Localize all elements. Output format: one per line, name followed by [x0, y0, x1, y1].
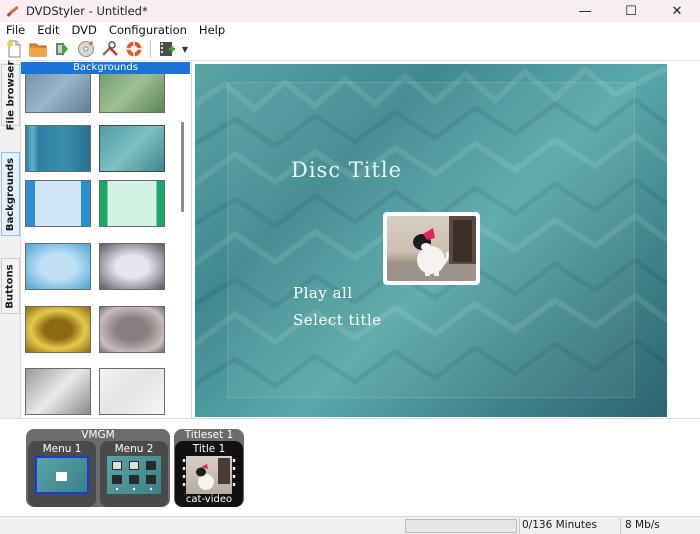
cat-video-image [182, 456, 236, 494]
settings-icon [101, 41, 118, 56]
save-button[interactable] [51, 39, 72, 59]
menu-card-1[interactable]: Menu 1 [28, 441, 96, 507]
side-tabs: File browser Backgrounds Buttons [0, 60, 21, 418]
menu-card-2[interactable]: Menu 2 [100, 441, 168, 507]
background-thumb[interactable] [99, 74, 165, 113]
menu-help[interactable]: Help [193, 23, 231, 37]
save-icon [55, 42, 68, 56]
toolbar-separator [150, 40, 151, 58]
scrollbar[interactable] [181, 122, 184, 212]
tab-file-browser[interactable]: File browser [1, 60, 20, 130]
burn-button[interactable] [75, 39, 96, 59]
menu-2-grid [112, 461, 156, 491]
background-thumb[interactable] [99, 306, 165, 353]
open-icon [29, 43, 46, 57]
menu-editor: Disc Title Play all Select title [191, 62, 700, 418]
help-icon [126, 41, 141, 57]
title-card-1[interactable]: Title 1 cat-video [175, 441, 243, 507]
menu-edit[interactable]: Edit [31, 23, 65, 37]
menu-bar: File Edit DVD Configuration Help [0, 22, 700, 38]
disc-usage-bar [405, 519, 517, 533]
tab-buttons[interactable]: Buttons [1, 258, 20, 314]
menu-configuration[interactable]: Configuration [103, 23, 193, 37]
burn-icon [77, 41, 94, 57]
background-thumb[interactable] [99, 368, 165, 415]
background-thumb[interactable] [99, 125, 165, 172]
bitrate: 8 Mb/s [625, 519, 660, 531]
cat-video-frame [387, 216, 476, 281]
menu-preview[interactable]: Disc Title Play all Select title [195, 64, 667, 417]
tab-backgrounds[interactable]: Backgrounds [1, 152, 20, 236]
menu-file[interactable]: File [0, 23, 31, 37]
app-icon [6, 4, 20, 18]
add-file-icon [159, 42, 175, 56]
background-thumb[interactable] [25, 180, 91, 227]
tab-label: File browser [5, 60, 17, 130]
status-separator [620, 518, 621, 534]
select-title-button[interactable]: Select title [293, 311, 382, 329]
status-separator [519, 518, 520, 534]
background-thumb[interactable] [25, 74, 91, 113]
close-button[interactable]: ✕ [654, 0, 700, 22]
background-thumb[interactable] [25, 368, 91, 415]
disc-title[interactable]: Disc Title [291, 158, 402, 182]
tab-label: Buttons [5, 263, 16, 309]
menu-card-label: Menu 1 [42, 443, 82, 455]
background-thumb[interactable] [99, 180, 165, 227]
maximize-button[interactable]: ☐ [608, 0, 654, 22]
window-title: DVDStyler - Untitled* [26, 4, 148, 18]
menu-1-thumbnail [35, 456, 89, 494]
help-button[interactable] [123, 39, 144, 59]
background-thumb[interactable] [25, 243, 91, 290]
titleset-label: Titleset 1 [184, 429, 234, 441]
new-icon [6, 40, 20, 58]
toolbar: ▼ [0, 38, 700, 61]
title-file-name: cat-video [185, 494, 233, 505]
background-thumb[interactable] [99, 243, 165, 290]
menu-card-label: Menu 2 [114, 443, 154, 455]
cat-video-thumbnail [182, 456, 236, 494]
vmgm-label: VMGM [81, 429, 115, 441]
title-card-label: Title 1 [192, 443, 226, 455]
open-button[interactable] [27, 39, 48, 59]
cat-image [387, 216, 476, 281]
titleset-manager: VMGM Menu 1 Menu 2 Titleset 1 Title 1 ca… [0, 418, 700, 516]
tab-label: Backgrounds [5, 157, 17, 231]
title-bar: DVDStyler - Untitled* — ☐ ✕ [0, 0, 700, 22]
minimize-button[interactable]: — [562, 0, 608, 22]
settings-button[interactable] [99, 39, 120, 59]
menu-2-thumbnail [107, 456, 161, 494]
vmgm-group: VMGM Menu 1 Menu 2 [26, 429, 170, 507]
background-thumb[interactable] [25, 306, 91, 353]
titleset-group: Titleset 1 Title 1 cat-video [174, 429, 244, 507]
play-all-button[interactable]: Play all [293, 284, 353, 302]
menu-dvd[interactable]: DVD [66, 23, 103, 37]
background-thumb[interactable] [25, 125, 91, 172]
panel-header: Backgrounds [21, 62, 190, 74]
backgrounds-panel: Backgrounds [21, 62, 191, 418]
window-controls: — ☐ ✕ [562, 0, 700, 22]
title-button-thumbnail[interactable] [383, 212, 480, 285]
chevron-down-icon[interactable]: ▼ [180, 39, 190, 59]
new-button[interactable] [3, 39, 24, 59]
status-bar: 0/136 Minutes 8 Mb/s [0, 516, 700, 534]
add-file-button[interactable] [156, 39, 177, 59]
backgrounds-grid [21, 74, 176, 418]
disc-minutes: 0/136 Minutes [522, 519, 597, 531]
